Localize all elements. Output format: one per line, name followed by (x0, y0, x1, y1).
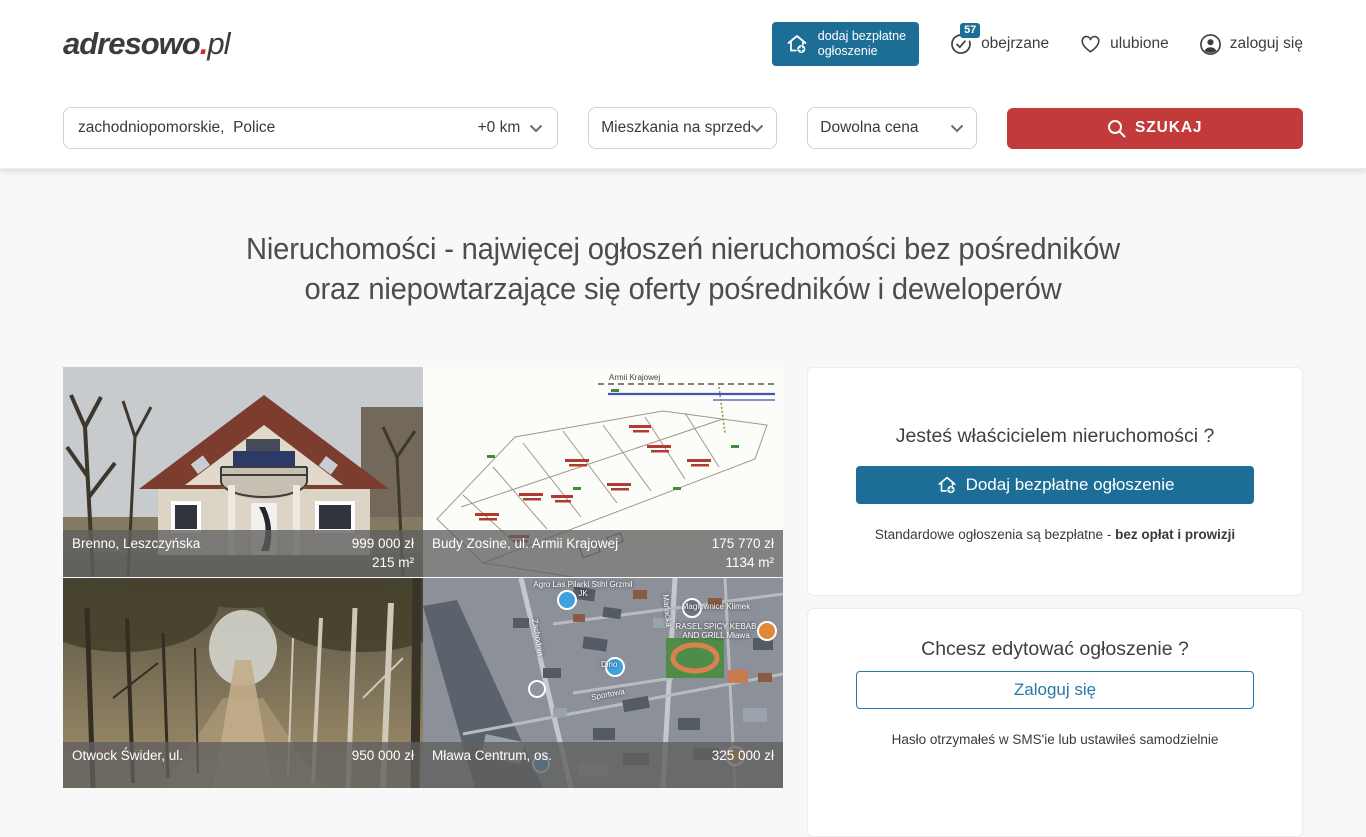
viewed-check-icon: 57 (949, 32, 973, 56)
listing-card-otwock[interactable]: Otwock Świder, ul. 950 000 zł (63, 578, 423, 788)
owner-card: Jesteś właścicielem nieruchomości ? Doda… (807, 367, 1303, 596)
chevron-down-icon (529, 124, 543, 133)
viewed-badge: 57 (960, 23, 980, 38)
location-field: +0 km (63, 107, 558, 149)
search-icon (1107, 119, 1126, 138)
map-poi-label: RASEL SPICY KEBAB AND GRILL Mława (671, 622, 761, 640)
listing-location: Mława Centrum, os. (432, 747, 552, 783)
viewed-label: obejrzane (981, 35, 1049, 53)
price-select[interactable]: Dowolna cena (807, 107, 976, 149)
category-select[interactable]: Mieszkania na sprzeda (588, 107, 777, 149)
main-content: Nieruchomości - najwięcej ogłoszeń nieru… (0, 169, 1366, 767)
radius-value: +0 km (478, 119, 521, 137)
listing-card-mlawa[interactable]: Agro Las Pilarki Stihl Grzmil JK Maglown… (423, 578, 783, 788)
listing-price: 175 770 zł (712, 535, 774, 554)
chevron-down-icon (950, 124, 964, 133)
login-button[interactable]: Zaloguj się (856, 671, 1254, 709)
search-button[interactable]: SZUKAJ (1007, 108, 1304, 149)
listing-caption: Otwock Świder, ul. 950 000 zł (63, 742, 423, 788)
map-poi-label: Agro Las Pilarki Stihl Grzmil JK (528, 580, 638, 598)
logo[interactable]: adresowo.pl (63, 26, 229, 62)
listing-price: 325 000 zł (712, 747, 774, 766)
viewed-link[interactable]: 57 obejrzane (949, 32, 1049, 56)
price-value: Dowolna cena (820, 119, 949, 137)
favorites-link[interactable]: ulubione (1079, 33, 1169, 55)
listing-price: 999 000 zł (352, 535, 414, 554)
location-input[interactable] (78, 119, 468, 137)
map-poi-label: Maglownice Klimek (661, 602, 771, 611)
search-button-label: SZUKAJ (1135, 119, 1202, 137)
add-free-listing-button[interactable]: Dodaj bezpłatne ogłoszenie (856, 466, 1254, 504)
add-listing-button[interactable]: dodaj bezpłatne ogłoszenie (772, 22, 919, 66)
listing-location: Budy Zosine, ul. Armii Krajowej (432, 535, 618, 572)
map-poi-label: Dino (601, 660, 617, 669)
listing-area: 215 m² (352, 554, 414, 573)
category-value: Mieszkania na sprzeda (601, 119, 750, 137)
plot-map-street-label: Armii Krajowej (609, 373, 660, 382)
header-actions: dodaj bezpłatne ogłoszenie 57 obejrzane (772, 22, 1303, 66)
house-plus-icon (785, 32, 809, 56)
top-bar: adresowo.pl dodaj bezpłatne ogłoszenie (0, 0, 1366, 169)
listing-caption: Brenno, Leszczyńska 999 000 zł 215 m² (63, 530, 423, 577)
listing-price: 950 000 zł (352, 747, 414, 766)
search-bar: +0 km Mieszkania na sprzeda Dowolna cena… (0, 88, 1366, 169)
house-plus-icon (936, 474, 958, 496)
edit-card-title: Chcesz edytować ogłoszenie ? (856, 637, 1254, 661)
header: adresowo.pl dodaj bezpłatne ogłoszenie (0, 0, 1366, 88)
radius-select[interactable]: +0 km (478, 119, 544, 137)
logo-main: adresowo (63, 26, 200, 61)
listing-area: 1134 m² (712, 554, 774, 573)
user-icon (1199, 33, 1222, 56)
listing-location: Otwock Świder, ul. (72, 747, 183, 783)
login-link[interactable]: zaloguj się (1199, 33, 1303, 56)
login-button-label: Zaloguj się (1014, 680, 1096, 700)
logo-tld: pl (207, 26, 229, 61)
add-free-listing-label: Dodaj bezpłatne ogłoszenie (966, 475, 1175, 495)
chevron-down-icon (750, 124, 764, 133)
listing-location: Brenno, Leszczyńska (72, 535, 200, 572)
listing-caption: Budy Zosine, ul. Armii Krajowej 175 770 … (423, 530, 783, 577)
edit-card: Chcesz edytować ogłoszenie ? Zaloguj się… (807, 608, 1303, 837)
login-label: zaloguj się (1230, 35, 1303, 53)
heart-icon (1079, 33, 1102, 55)
owner-card-note: Standardowe ogłoszenia są bezpłatne - be… (856, 526, 1254, 543)
edit-card-note: Hasło otrzymałeś w SMS'ie lub ustawiłeś … (856, 731, 1254, 748)
listing-card-brenno[interactable]: Brenno, Leszczyńska 999 000 zł 215 m² (63, 367, 423, 577)
listing-card-budy-zosine[interactable]: Armii Krajowej Budy Zosine, ul. Armii Kr… (423, 367, 783, 577)
owner-card-title: Jesteś właścicielem nieruchomości ? (856, 424, 1254, 448)
sidebar: Jesteś właścicielem nieruchomości ? Doda… (807, 367, 1303, 837)
listings-grid: Brenno, Leszczyńska 999 000 zł 215 m² (63, 367, 783, 788)
add-listing-label: dodaj bezpłatne ogłoszenie (818, 29, 906, 59)
page-title: Nieruchomości - najwięcej ogłoszeń nieru… (100, 169, 1266, 309)
favorites-label: ulubione (1110, 35, 1169, 53)
listing-caption: Mława Centrum, os. 325 000 zł (423, 742, 783, 788)
